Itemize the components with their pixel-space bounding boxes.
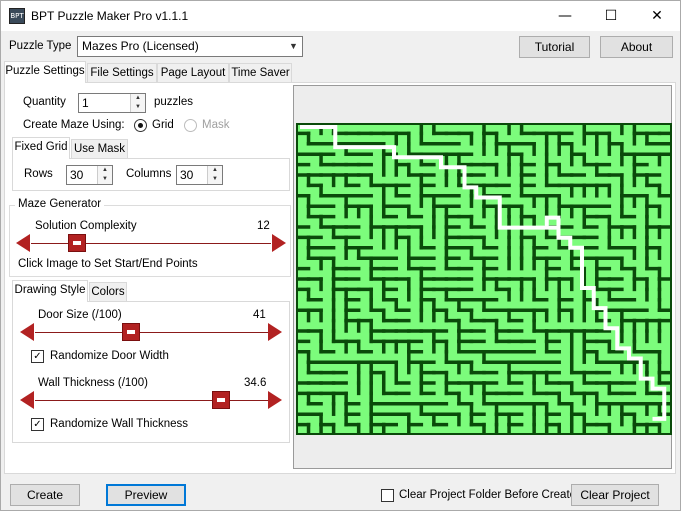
up-arrow-icon[interactable]: ▲ (98, 166, 112, 175)
tab-page-layout[interactable]: Page Layout (157, 63, 229, 83)
wall-slider-track[interactable] (35, 400, 268, 401)
up-arrow-icon[interactable]: ▲ (131, 94, 145, 103)
window-title: BPT Puzzle Maker Pro v1.1.1 (31, 9, 189, 23)
preview-button[interactable]: Preview (106, 484, 186, 506)
puzzle-type-label: Puzzle Type (9, 40, 72, 52)
arrow-left-icon[interactable] (16, 234, 30, 252)
tab-colors[interactable]: Colors (89, 282, 127, 302)
grid-radio-label: Grid (152, 119, 174, 131)
app-window: BPT BPT Puzzle Maker Pro v1.1.1 — ☐ ✕ Pu… (0, 0, 681, 511)
down-arrow-icon[interactable]: ▼ (208, 175, 222, 184)
complexity-slider-thumb[interactable] (67, 234, 86, 252)
tab-drawing-style[interactable]: Drawing Style (12, 280, 88, 302)
randomize-door-label: Randomize Door Width (50, 350, 169, 362)
door-size-label: Door Size (/100) (38, 309, 122, 321)
tab-fixed-grid[interactable]: Fixed Grid (12, 137, 70, 159)
rows-label: Rows (24, 168, 53, 180)
door-slider-track[interactable] (35, 332, 268, 333)
arrow-right-icon[interactable] (272, 234, 286, 252)
clear-project-button[interactable]: Clear Project (571, 484, 659, 506)
columns-value: 30 (180, 168, 194, 182)
wall-thickness-label: Wall Thickness (/100) (38, 377, 148, 389)
mask-radio-label: Mask (202, 119, 230, 131)
mask-radio[interactable] (184, 119, 197, 132)
rows-stepper[interactable]: 30 ▲ ▼ (66, 165, 113, 185)
tab-time-saver[interactable]: Time Saver (229, 63, 292, 83)
quantity-label: Quantity (23, 96, 66, 108)
create-button[interactable]: Create (10, 484, 80, 506)
puzzle-type-select[interactable]: Mazes Pro (Licensed) ▼ (77, 36, 303, 57)
arrow-right-icon[interactable] (268, 391, 282, 409)
arrow-left-icon[interactable] (20, 391, 34, 409)
arrow-left-icon[interactable] (20, 323, 34, 341)
maximize-button[interactable]: ☐ (588, 1, 634, 31)
complexity-value: 12 (257, 220, 270, 232)
down-arrow-icon[interactable]: ▼ (131, 103, 145, 112)
quantity-value: 1 (82, 96, 89, 110)
clear-folder-checkbox[interactable] (381, 489, 394, 502)
tab-file-settings[interactable]: File Settings (87, 63, 157, 83)
tab-use-mask[interactable]: Use Mask (71, 139, 128, 159)
maze-image[interactable] (296, 123, 672, 435)
start-end-hint: Click Image to Set Start/End Points (18, 258, 198, 270)
down-arrow-icon[interactable]: ▼ (98, 175, 112, 184)
create-using-label: Create Maze Using: (23, 119, 125, 131)
puzzle-type-value: Mazes Pro (Licensed) (82, 39, 199, 53)
app-icon: BPT (9, 8, 25, 24)
tab-puzzle-settings[interactable]: Puzzle Settings (4, 61, 86, 83)
randomize-door-checkbox[interactable]: ✓ (31, 350, 44, 363)
columns-label: Columns (126, 168, 172, 180)
door-size-value: 41 (253, 309, 266, 321)
wall-slider-thumb[interactable] (212, 391, 231, 409)
grid-radio[interactable] (134, 119, 147, 132)
about-button[interactable]: About (600, 36, 673, 58)
rows-value: 30 (70, 168, 84, 182)
minimize-button[interactable]: — (542, 1, 588, 31)
clear-folder-label: Clear Project Folder Before Create (399, 489, 577, 501)
maze-generator-title: Maze Generator (15, 198, 105, 210)
randomize-wall-label: Randomize Wall Thickness (50, 418, 189, 430)
door-slider-thumb[interactable] (121, 323, 140, 341)
up-arrow-icon[interactable]: ▲ (208, 166, 222, 175)
complexity-label: Solution Complexity (35, 220, 137, 232)
close-button[interactable]: ✕ (634, 1, 680, 31)
columns-stepper[interactable]: 30 ▲ ▼ (176, 165, 223, 185)
arrow-right-icon[interactable] (268, 323, 282, 341)
title-bar: BPT BPT Puzzle Maker Pro v1.1.1 — ☐ ✕ (1, 1, 680, 31)
tutorial-button[interactable]: Tutorial (519, 36, 590, 58)
wall-thickness-value: 34.6 (244, 377, 267, 389)
quantity-unit: puzzles (154, 96, 193, 108)
quantity-stepper[interactable]: 1 ▲ ▼ (78, 93, 146, 113)
randomize-wall-checkbox[interactable]: ✓ (31, 418, 44, 431)
maze-preview-area[interactable] (293, 85, 672, 469)
chevron-down-icon: ▼ (289, 41, 298, 51)
